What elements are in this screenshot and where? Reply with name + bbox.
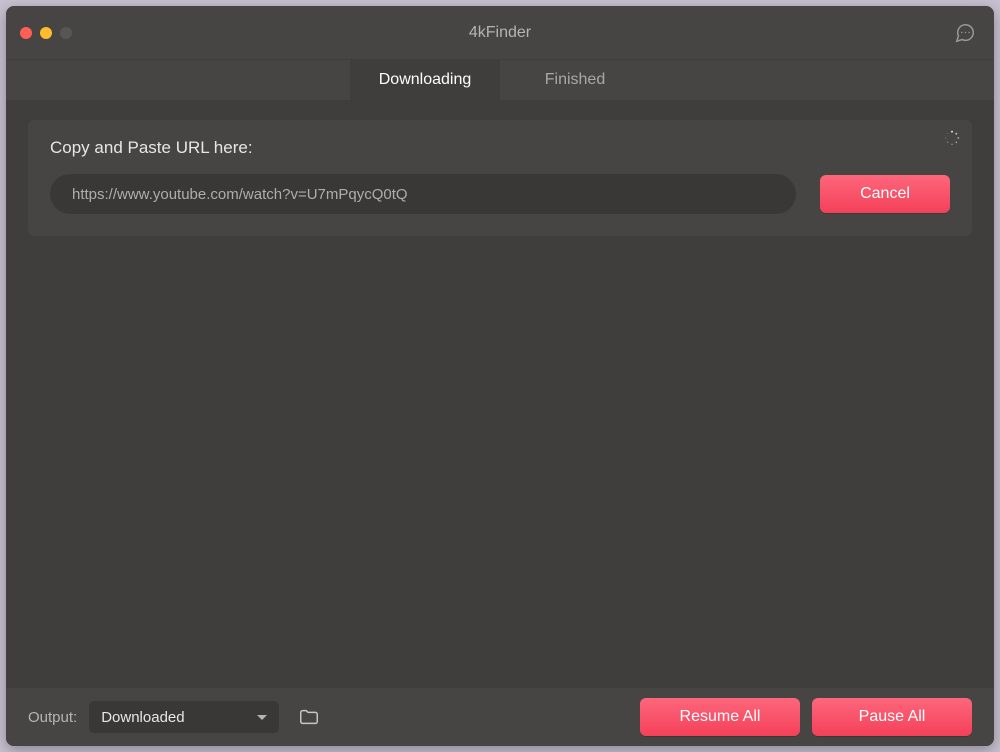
cancel-button-label: Cancel bbox=[860, 185, 910, 203]
tab-finished[interactable]: Finished bbox=[500, 60, 650, 100]
output-label: Output: bbox=[28, 709, 77, 726]
minimize-icon[interactable] bbox=[40, 27, 52, 39]
maximize-icon[interactable] bbox=[60, 27, 72, 39]
url-input[interactable] bbox=[50, 174, 796, 214]
pause-all-label: Pause All bbox=[859, 708, 926, 726]
resume-all-label: Resume All bbox=[680, 708, 761, 726]
app-window: 4kFinder Downloading Finished bbox=[6, 6, 994, 746]
url-row: Cancel bbox=[50, 174, 950, 214]
window-title: 4kFinder bbox=[469, 24, 531, 42]
window-controls bbox=[20, 27, 72, 39]
titlebar: 4kFinder bbox=[6, 6, 994, 60]
close-icon[interactable] bbox=[20, 27, 32, 39]
output-folder-selected: Downloaded bbox=[101, 709, 184, 726]
tab-downloading[interactable]: Downloading bbox=[350, 60, 500, 100]
main-area: Copy and Paste URL here: Cancel bbox=[6, 100, 994, 688]
url-input-label: Copy and Paste URL here: bbox=[50, 138, 950, 158]
folder-icon bbox=[298, 706, 320, 728]
tab-finished-label: Finished bbox=[545, 71, 605, 89]
url-panel: Copy and Paste URL here: Cancel bbox=[28, 120, 972, 236]
open-folder-button[interactable] bbox=[295, 703, 323, 731]
feedback-icon[interactable] bbox=[954, 22, 976, 44]
tab-bar: Downloading Finished bbox=[6, 60, 994, 100]
chevron-down-icon bbox=[257, 715, 267, 720]
pause-all-button[interactable]: Pause All bbox=[812, 698, 972, 736]
output-folder-dropdown[interactable]: Downloaded bbox=[89, 701, 279, 733]
bottom-bar: Output: Downloaded Resume All Pause All bbox=[6, 688, 994, 746]
resume-all-button[interactable]: Resume All bbox=[640, 698, 800, 736]
loading-spinner-icon bbox=[944, 130, 960, 146]
tab-downloading-label: Downloading bbox=[379, 71, 472, 89]
cancel-button[interactable]: Cancel bbox=[820, 175, 950, 213]
